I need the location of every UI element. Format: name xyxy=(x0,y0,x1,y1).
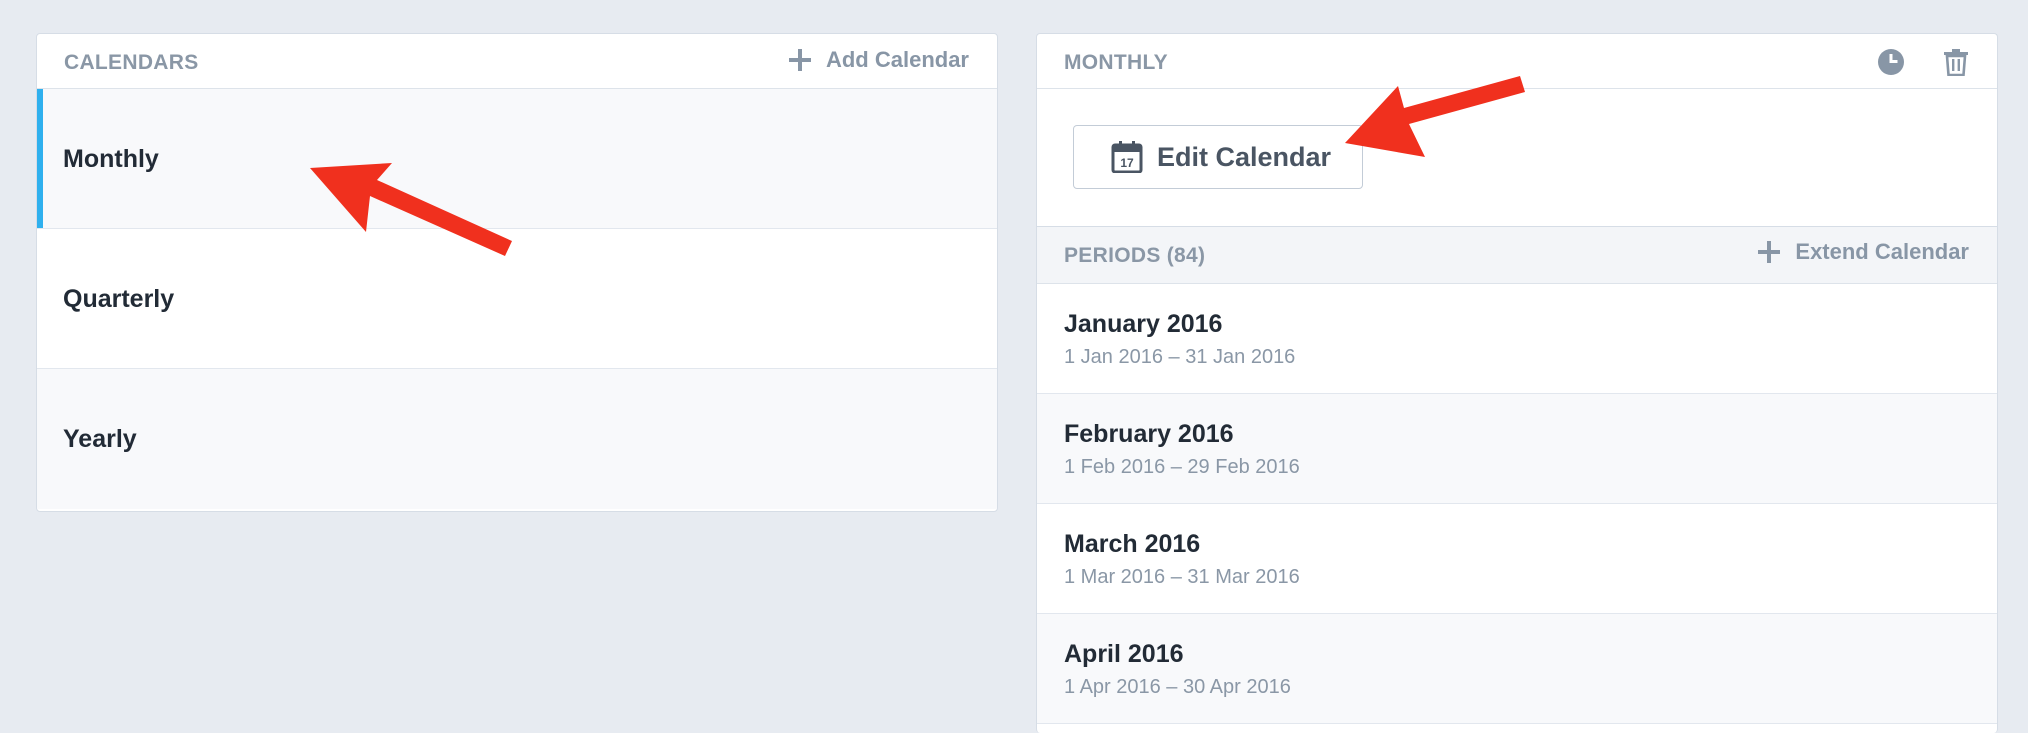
calendar-detail-panel: MONTHLY 17 Edit Calendar PERIODS (84) Ex… xyxy=(1036,33,1998,733)
clock-icon xyxy=(1878,49,1904,75)
periods-header: PERIODS (84) Extend Calendar xyxy=(1037,227,1997,284)
delete-calendar-button[interactable] xyxy=(1943,48,1969,81)
period-row[interactable]: January 2016 1 Jan 2016 – 31 Jan 2016 xyxy=(1037,284,1997,394)
calendar-item-yearly[interactable]: Yearly xyxy=(37,369,997,509)
periods-title: PERIODS (84) xyxy=(1064,244,1206,267)
calendars-panel: CALENDARS Add Calendar Monthly Quarterly… xyxy=(36,33,998,512)
extend-calendar-label: Extend Calendar xyxy=(1795,239,1969,264)
calendar-item-quarterly[interactable]: Quarterly xyxy=(37,229,997,369)
calendar-item-label: Quarterly xyxy=(63,285,175,313)
period-range: 1 Apr 2016 – 30 Apr 2016 xyxy=(1064,676,1291,698)
calendars-title: CALENDARS xyxy=(64,51,199,74)
trash-icon xyxy=(1944,49,1968,77)
plus-icon xyxy=(788,49,811,71)
calendar-item-label: Yearly xyxy=(63,425,137,453)
calendar-icon-day: 17 xyxy=(1120,156,1134,170)
period-name: April 2016 xyxy=(1064,640,1184,668)
calendar-item-label: Monthly xyxy=(63,145,159,173)
edit-area: 17 Edit Calendar xyxy=(1037,89,1997,227)
period-name: January 2016 xyxy=(1064,310,1223,338)
period-name: March 2016 xyxy=(1064,530,1201,558)
period-range: 1 Mar 2016 – 31 Mar 2016 xyxy=(1064,566,1300,588)
calendar-icon: 17 xyxy=(1111,141,1143,173)
period-row[interactable]: February 2016 1 Feb 2016 – 29 Feb 2016 xyxy=(1037,394,1997,504)
period-row[interactable]: April 2016 1 Apr 2016 – 30 Apr 2016 xyxy=(1037,614,1997,724)
period-range: 1 Jan 2016 – 31 Jan 2016 xyxy=(1064,346,1296,368)
calendars-header: CALENDARS Add Calendar xyxy=(37,34,997,89)
plus-icon xyxy=(1758,241,1781,263)
period-row[interactable]: March 2016 1 Mar 2016 – 31 Mar 2016 xyxy=(1037,504,1997,614)
detail-title: MONTHLY xyxy=(1064,51,1168,74)
period-name: February 2016 xyxy=(1064,420,1234,448)
period-range: 1 Feb 2016 – 29 Feb 2016 xyxy=(1064,456,1300,478)
edit-calendar-label: Edit Calendar xyxy=(1157,141,1332,172)
add-calendar-label: Add Calendar xyxy=(825,47,969,72)
history-button[interactable] xyxy=(1877,48,1905,81)
detail-header: MONTHLY xyxy=(1037,34,1997,89)
calendar-item-monthly[interactable]: Monthly xyxy=(37,89,997,229)
extend-calendar-button[interactable]: Extend Calendar xyxy=(1757,239,1969,265)
add-calendar-button[interactable]: Add Calendar xyxy=(788,47,969,73)
edit-calendar-button[interactable]: 17 Edit Calendar xyxy=(1073,125,1363,189)
